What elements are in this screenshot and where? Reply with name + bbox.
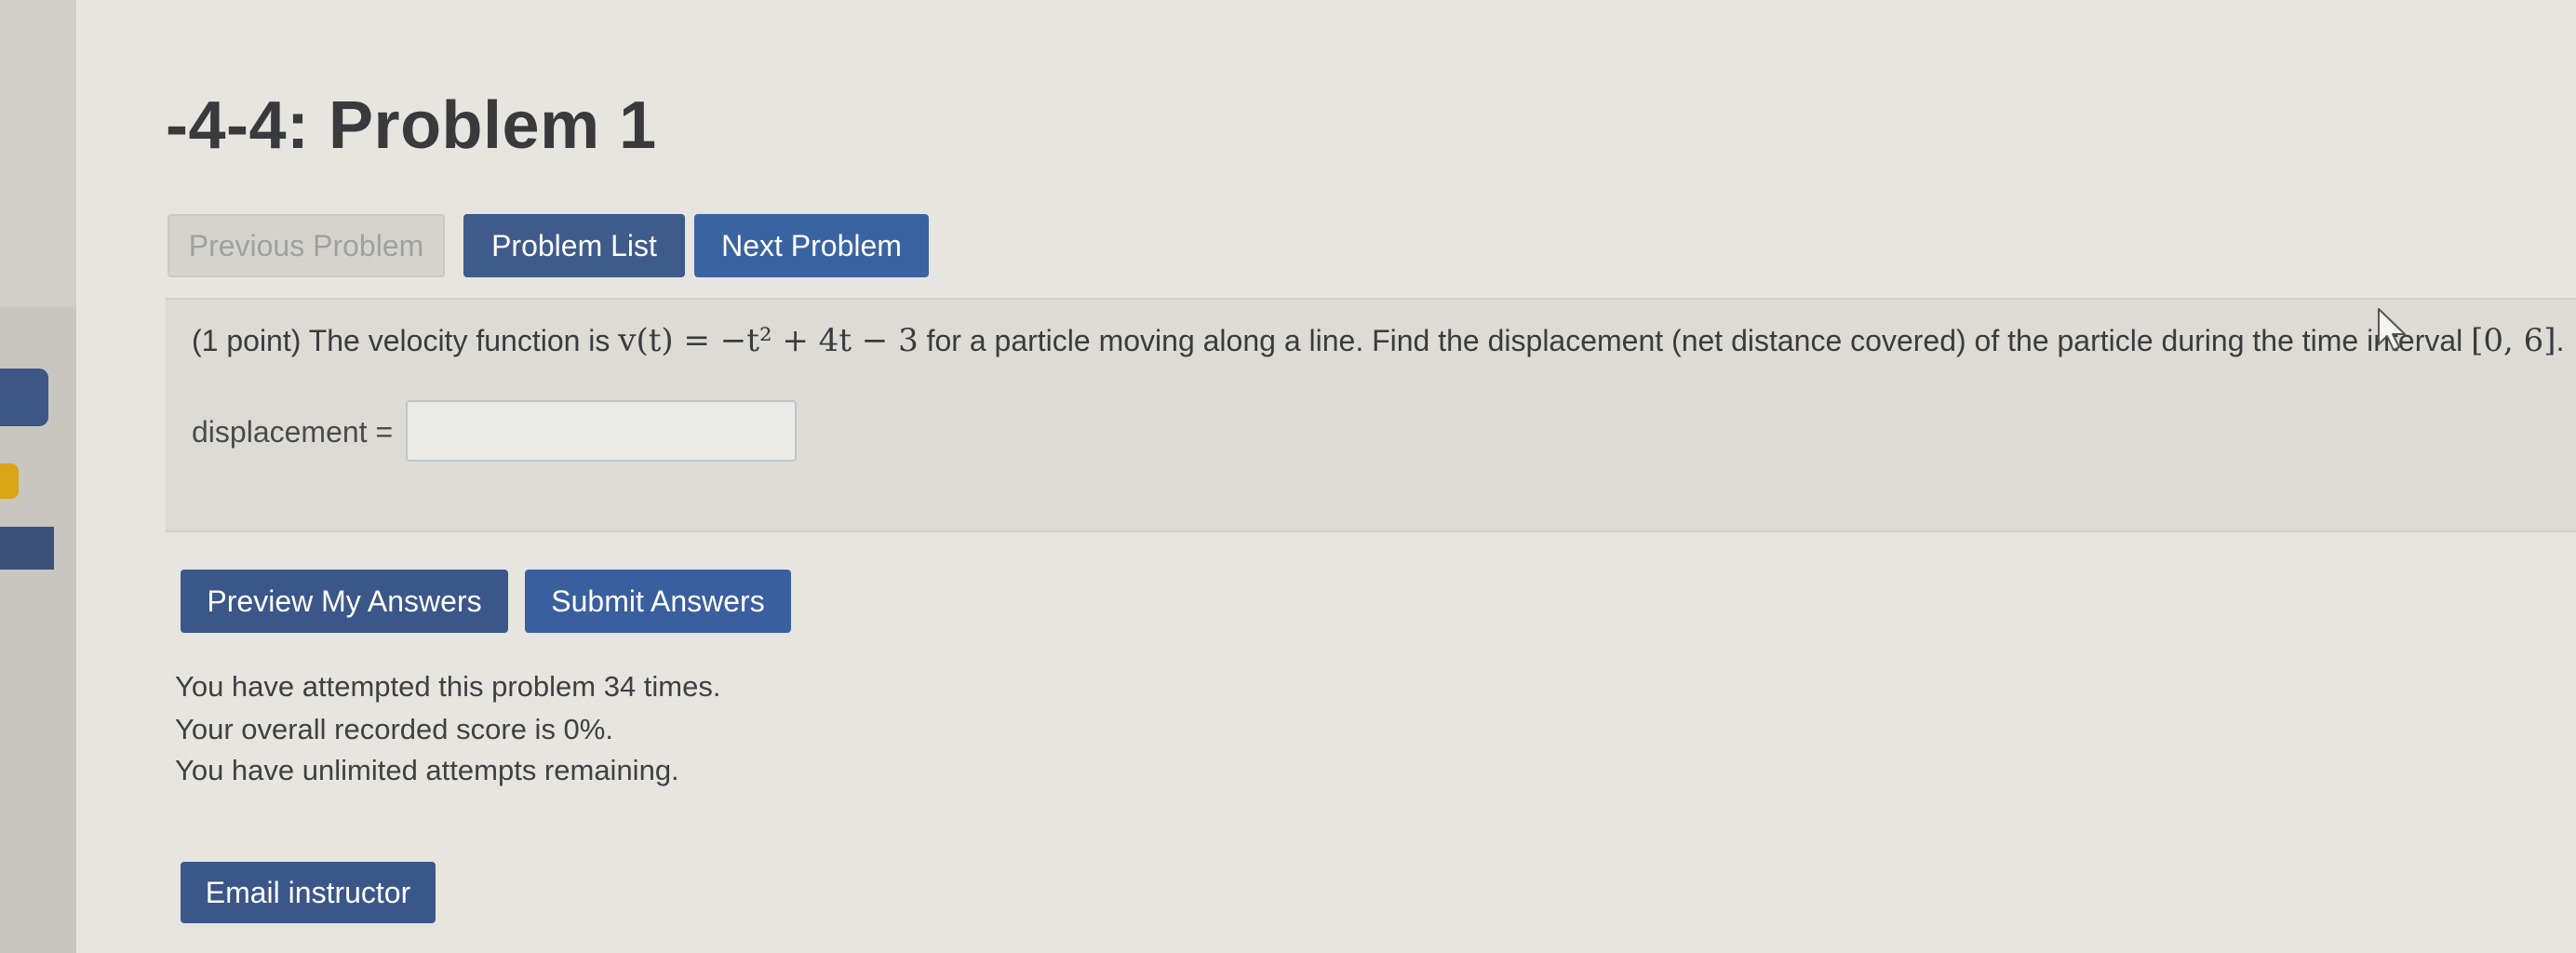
sidebar-tab-blue[interactable] [0, 369, 48, 426]
problem-text-after: for a particle moving along a line. Find… [926, 324, 2463, 357]
remaining-status: You have unlimited attempts remaining. [175, 754, 679, 786]
email-instructor-button[interactable]: Email instructor [181, 862, 436, 923]
problem-text-before: The velocity function is [308, 324, 610, 357]
submit-answers-button[interactable]: Submit Answers [525, 570, 791, 633]
displacement-label: displacement = [192, 415, 394, 449]
page-title: -4-4: Problem 1 [166, 88, 657, 163]
left-sidebar [0, 0, 76, 953]
mouse-pointer-icon [2378, 308, 2406, 351]
velocity-function: v(t) = −t² + 4t − 3 [618, 322, 919, 359]
problem-points: (1 point) [192, 324, 302, 357]
time-interval: [0, 6] [2471, 322, 2556, 359]
displacement-input[interactable] [406, 400, 797, 462]
next-problem-button[interactable]: Next Problem [694, 214, 929, 277]
sidebar-tab-dark[interactable] [0, 527, 54, 570]
problem-panel: (1 point) The velocity function is v(t) … [166, 298, 2576, 532]
sidebar-upper-panel [0, 0, 76, 307]
previous-problem-button[interactable]: Previous Problem [168, 214, 445, 277]
preview-answers-button[interactable]: Preview My Answers [181, 570, 508, 633]
problem-statement: (1 point) The velocity function is v(t) … [192, 322, 2565, 359]
sidebar-tab-yellow[interactable] [0, 463, 19, 499]
problem-list-button[interactable]: Problem List [463, 214, 685, 277]
attempts-status: You have attempted this problem 34 times… [175, 670, 721, 703]
score-status: Your overall recorded score is 0%. [175, 713, 613, 745]
